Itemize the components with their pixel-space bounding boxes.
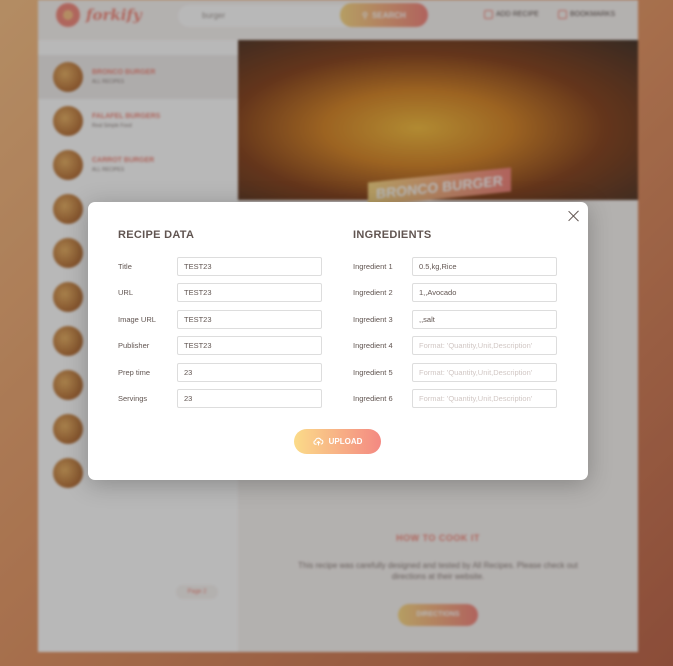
ingredient-5-label: Ingredient 5 [353, 367, 393, 377]
image-url-input[interactable] [177, 309, 322, 329]
title-label: Title [118, 262, 132, 271]
ingredient-4-label: Ingredient 4 [353, 341, 393, 351]
ingredient-2-label: Ingredient 2 [353, 288, 393, 298]
ingredient-6-label: Ingredient 6 [353, 393, 393, 403]
prep-time-input[interactable] [177, 362, 322, 382]
publisher-input[interactable] [177, 336, 322, 356]
add-recipe-modal: RECIPE DATA Title URL Image URL Publishe… [88, 202, 588, 480]
upload-button[interactable]: UPLOAD [294, 429, 381, 454]
url-label: URL [118, 288, 134, 298]
ingredient-4-input[interactable] [412, 336, 557, 356]
title-input[interactable] [177, 257, 322, 276]
ingredient-5-input[interactable] [412, 362, 557, 382]
image-url-label: Image URL [118, 314, 156, 324]
ingredient-3-label: Ingredient 3 [353, 314, 393, 324]
upload-button-label: UPLOAD [328, 437, 363, 446]
ingredients-section: INGREDIENTS Ingredient 1 Ingredient 2 In… [353, 229, 558, 415]
close-icon[interactable] [568, 210, 580, 222]
servings-input[interactable] [177, 388, 322, 408]
recipe-data-heading: RECIPE DATA [118, 229, 195, 241]
publisher-label: Publisher [118, 341, 150, 351]
recipe-data-section: RECIPE DATA Title URL Image URL Publishe… [118, 229, 323, 415]
ingredient-1-label: Ingredient 1 [353, 262, 393, 271]
ingredients-heading: INGREDIENTS [353, 229, 432, 241]
upload-cloud-icon [313, 437, 323, 446]
prep-time-label: Prep time [118, 367, 151, 377]
ingredient-3-input[interactable] [412, 309, 557, 329]
ingredient-2-input[interactable] [412, 283, 557, 303]
url-input[interactable] [177, 283, 322, 303]
ingredient-6-input[interactable] [412, 388, 557, 408]
ingredient-1-input[interactable] [412, 257, 557, 276]
servings-label: Servings [118, 393, 148, 403]
